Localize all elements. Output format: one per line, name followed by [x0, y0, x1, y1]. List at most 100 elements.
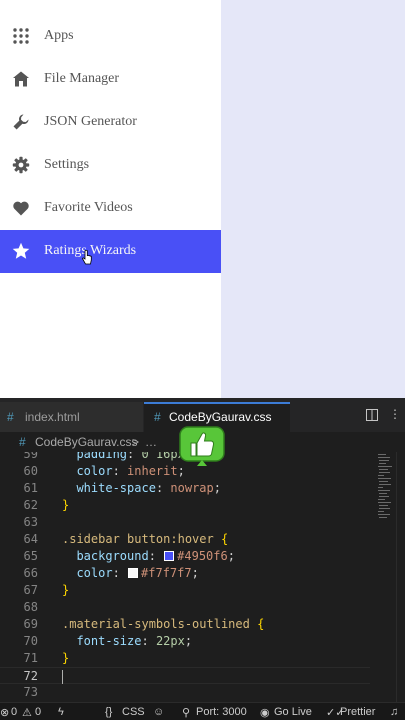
line-number: 61 — [23, 481, 38, 495]
css-hash-icon: # — [154, 410, 161, 424]
warning-icon[interactable]: ⚠ — [22, 706, 32, 719]
browser-preview: Apps File Manager JSON Generator Setting… — [0, 0, 405, 398]
line-number: 73 — [23, 685, 38, 699]
language-mode[interactable]: CSS — [122, 706, 145, 718]
color-swatch[interactable] — [164, 551, 175, 561]
line-source: .sidebar button:hover { — [62, 531, 228, 548]
code-token: inherit — [127, 464, 178, 478]
code-line[interactable]: 67} — [0, 582, 370, 599]
line-source — [62, 668, 63, 685]
code-token: ; — [227, 549, 235, 563]
code-token: : — [148, 549, 164, 563]
code-line[interactable]: 71} — [0, 650, 370, 667]
code-token: #f7f7f7 — [141, 566, 192, 580]
bell-icon[interactable]: ♫ — [390, 706, 398, 718]
sidebar-item-favorite-videos[interactable]: Favorite Videos — [0, 187, 221, 230]
code-token: color — [76, 566, 113, 580]
code-area[interactable]: 59 padding: 0 16px;60 color: inherit;61 … — [0, 452, 405, 702]
line-number: 69 — [23, 617, 38, 631]
code-line[interactable]: 73 — [0, 684, 370, 701]
vertical-scrollbar[interactable] — [396, 452, 405, 702]
sidebar-item-settings[interactable]: Settings — [0, 144, 221, 187]
code-line[interactable]: 64 .sidebar button:hover { — [0, 531, 370, 548]
line-source: } — [62, 497, 69, 514]
tab-index-html[interactable]: # index.html — [0, 402, 143, 432]
antenna-icon: ⚲ — [182, 707, 191, 719]
code-token: { — [220, 532, 229, 546]
code-token: #4950f6 — [177, 549, 228, 563]
sidebar-item-apps[interactable]: Apps — [0, 15, 221, 58]
line-source: color: #f7f7f7; — [62, 565, 199, 582]
code-line[interactable]: 61 white-space: nowrap; — [0, 480, 370, 497]
code-line[interactable]: 65 background: #4950f6; — [0, 548, 370, 565]
code-line[interactable]: 63 — [0, 514, 370, 531]
status-bar: ⊗ 0 ⚠ 0 ϟ {} CSS ☺ ⚲ Port: 3000 ◉ Go Liv… — [0, 702, 405, 720]
port-status[interactable]: Port: 3000 — [196, 706, 247, 718]
split-editor-icon[interactable] — [366, 409, 378, 421]
sidebar-item-label: Apps — [44, 28, 74, 43]
line-source: background: #4950f6; — [62, 548, 235, 565]
sidebar-item-ratings-wizards[interactable]: Ratings Wizards — [0, 230, 221, 273]
sidebar-item-json-generator[interactable]: JSON Generator — [0, 101, 221, 144]
code-line[interactable]: 69 .material-symbols-outlined { — [0, 616, 370, 633]
code-token: { — [257, 617, 265, 631]
line-source: white-space: nowrap; — [62, 480, 221, 497]
code-token: font-size — [76, 634, 142, 648]
sidebar-item-label: Favorite Videos — [44, 200, 133, 215]
code-line[interactable]: 62} — [0, 497, 370, 514]
code-token: : — [127, 452, 142, 461]
line-number: 70 — [23, 634, 38, 648]
line-number: 60 — [23, 464, 38, 478]
code-line[interactable]: 70 font-size: 22px; — [0, 633, 370, 650]
error-count[interactable]: 0 — [11, 706, 17, 718]
code-token: } — [62, 498, 70, 512]
thumbs-up-icon — [179, 426, 225, 466]
minimap[interactable] — [376, 452, 396, 522]
errors-icon[interactable]: ⊗ — [0, 706, 9, 719]
go-live-button[interactable]: Go Live — [274, 706, 312, 718]
code-token: ; — [184, 634, 193, 648]
sidebar: Apps File Manager JSON Generator Setting… — [0, 0, 221, 398]
line-number: 63 — [23, 515, 38, 529]
color-swatch[interactable] — [128, 568, 139, 578]
line-number: 68 — [23, 600, 38, 614]
css-hash-icon: # — [7, 410, 14, 424]
code-token: ; — [213, 481, 221, 495]
line-number: 72 — [23, 669, 38, 683]
warning-count[interactable]: 0 — [35, 706, 41, 718]
breadcrumb-more[interactable]: … — [145, 435, 157, 449]
code-token: white-space — [76, 481, 156, 495]
line-source: color: inherit; — [62, 463, 184, 480]
copilot-icon[interactable]: ☺ — [153, 706, 164, 718]
code-line[interactable]: 66 color: #f7f7f7; — [0, 565, 370, 582]
code-token: ; — [191, 566, 199, 580]
line-number: 66 — [23, 566, 38, 580]
line-source: .material-symbols-outlined { — [62, 616, 264, 633]
lightning-icon[interactable]: ϟ — [58, 706, 64, 718]
code-line[interactable]: 72 — [0, 667, 370, 684]
breadcrumb-file[interactable]: CodeByGaurav.css — [35, 435, 138, 449]
line-source: padding: 0 16px; — [62, 452, 192, 463]
sidebar-item-file-manager[interactable]: File Manager — [0, 58, 221, 101]
code-token: : — [112, 464, 128, 478]
line-source: font-size: 22px; — [62, 633, 192, 650]
prettier-status[interactable]: Prettier — [340, 706, 375, 718]
text-cursor — [62, 669, 63, 684]
code-line[interactable]: 68 — [0, 599, 370, 616]
more-actions-icon[interactable]: ⋮ — [389, 408, 401, 420]
line-number: 67 — [23, 583, 38, 597]
sidebar-item-label: File Manager — [44, 71, 120, 86]
code-token: : — [155, 481, 171, 495]
line-number: 65 — [23, 549, 38, 563]
code-token: background — [76, 549, 149, 563]
broadcast-icon: ◉ — [260, 707, 270, 719]
code-token: 22px — [155, 634, 185, 648]
line-number: 64 — [23, 532, 38, 546]
